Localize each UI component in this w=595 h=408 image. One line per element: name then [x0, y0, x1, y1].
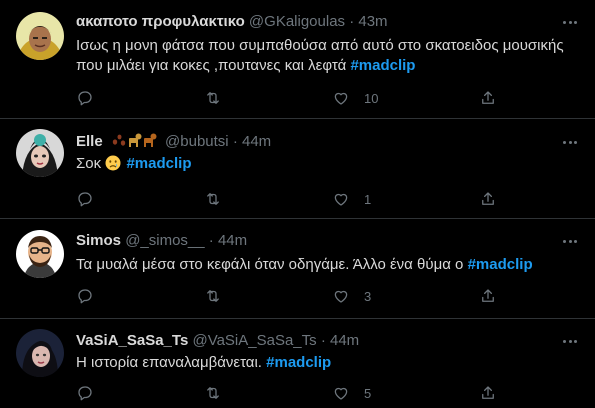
share-button[interactable] [479, 286, 497, 306]
retweet-icon [207, 387, 219, 399]
handle[interactable]: @GKaligoulas [249, 13, 345, 30]
like-count: 1 [364, 191, 372, 207]
separator: · [208, 232, 214, 249]
hashtag-link[interactable]: #madclip [468, 256, 533, 273]
share-icon [482, 289, 494, 302]
handle[interactable]: @VaSiA_SaSa_Ts [192, 332, 316, 349]
paw-dog-emoji-icons [112, 133, 157, 147]
display-name[interactable]: VaSiA_SaSa_Ts [76, 332, 188, 349]
tweet-text: Η ιστορία επαναλαμβάνεται. #madclip [76, 353, 575, 373]
tweet[interactable]: ακαποτο προφυλακτικο @GKaligoulas · 43m … [0, 0, 595, 119]
timestamp[interactable]: 43m [358, 13, 387, 30]
tweet-text-fragment: Η ιστορία επαναλαμβάνεται. [76, 354, 262, 371]
tweet-actions: 3 [76, 286, 506, 306]
tweet-header: Elle @bubutsi · 44m [76, 132, 555, 154]
more-icon[interactable] [559, 331, 581, 351]
retweet-icon [207, 290, 219, 302]
more-icon[interactable] [559, 12, 581, 32]
retweet-button[interactable] [204, 286, 222, 306]
like-button[interactable]: 10 [332, 88, 378, 108]
like-button[interactable]: 1 [332, 189, 371, 209]
display-name[interactable]: Simos [76, 232, 121, 249]
retweet-button[interactable] [204, 88, 222, 108]
timeline: ακαποτο προφυλακτικο @GKaligoulas · 43m … [0, 0, 595, 408]
tweet[interactable]: Simos @_simos__ · 44m Τα μυαλά μέσα στο … [0, 219, 595, 319]
separator: · [349, 13, 355, 30]
reply-icon [78, 386, 92, 401]
separator: · [232, 133, 238, 150]
like-button[interactable]: 5 [332, 383, 371, 403]
share-button[interactable] [479, 88, 497, 108]
avatar-image [16, 129, 64, 177]
retweet-icon [207, 193, 219, 205]
tweet-text: Τα μυαλά μέσα στο κεφάλι όταν οδηγάμε. Ά… [76, 255, 575, 275]
like-icon [334, 387, 348, 400]
avatar-image [16, 230, 64, 278]
avatar[interactable] [16, 230, 64, 278]
retweet-button[interactable] [204, 383, 222, 403]
tweet-actions: 5 [76, 383, 506, 403]
timestamp[interactable]: 44m [330, 332, 359, 349]
reply-icon [78, 91, 92, 106]
more-icon[interactable] [559, 231, 581, 251]
crying-face-icon [105, 155, 121, 171]
retweet-button[interactable] [204, 189, 222, 209]
reply-icon [78, 289, 92, 304]
reply-button[interactable] [76, 383, 94, 403]
hashtag-link[interactable]: #madclip [126, 155, 191, 172]
like-button[interactable]: 3 [332, 286, 371, 306]
like-icon [334, 92, 348, 105]
like-count: 3 [364, 288, 372, 304]
like-icon [334, 193, 348, 206]
handle[interactable]: @bubutsi [165, 133, 229, 150]
reply-icon [78, 192, 92, 207]
display-name[interactable]: Elle [76, 133, 103, 150]
tweet-header: Simos @_simos__ · 44m [76, 231, 555, 251]
display-name[interactable]: ακαποτο προφυλακτικο [76, 13, 245, 30]
retweet-icon [207, 92, 219, 104]
timestamp[interactable]: 44m [242, 133, 271, 150]
tweet-actions: 1 [76, 189, 506, 209]
tweet-text-fragment: Τα μυαλά μέσα στο κεφάλι όταν οδηγάμε. Ά… [76, 256, 464, 273]
tweet-text-fragment: Σοκ [76, 155, 102, 172]
share-button[interactable] [479, 383, 497, 403]
name-emojis [111, 132, 159, 154]
tweet[interactable]: VaSiA_SaSa_Ts @VaSiA_SaSa_Ts · 44m Η ιστ… [0, 319, 595, 408]
share-icon [482, 91, 494, 104]
tweet-text: Σοκ #madclip [76, 154, 575, 174]
tweet[interactable]: Elle @bubutsi · 44m Σοκ #madclip 1 [0, 119, 595, 219]
handle[interactable]: @_simos__ [125, 232, 204, 249]
avatar[interactable] [16, 12, 64, 60]
tweet-text: Ισως η μονη φάτσα που συμπαθούσα από αυτ… [76, 36, 575, 76]
tweet-header: VaSiA_SaSa_Ts @VaSiA_SaSa_Ts · 44m [76, 331, 555, 351]
share-icon [482, 386, 494, 399]
share-button[interactable] [479, 189, 497, 209]
like-count: 5 [364, 385, 372, 401]
separator: · [320, 332, 326, 349]
like-count: 10 [364, 90, 379, 106]
timestamp[interactable]: 44m [218, 232, 247, 249]
avatar-image [16, 329, 64, 377]
hashtag-link[interactable]: #madclip [350, 57, 415, 74]
avatar-image [16, 12, 64, 60]
tweet-text-fragment: που μιλάει για κοκες ,πουτανες και λεφτά [76, 57, 347, 74]
reply-button[interactable] [76, 286, 94, 306]
more-icon[interactable] [559, 132, 581, 152]
tweet-header: ακαποτο προφυλακτικο @GKaligoulas · 43m [76, 12, 555, 32]
tweet-text-line: που μιλάει για κοκες ,πουτανες και λεφτά… [76, 56, 575, 76]
avatar[interactable] [16, 329, 64, 377]
tweet-actions: 10 [76, 88, 506, 108]
hashtag-link[interactable]: #madclip [266, 354, 331, 371]
avatar[interactable] [16, 129, 64, 177]
like-icon [334, 290, 348, 303]
reply-button[interactable] [76, 88, 94, 108]
share-icon [482, 192, 494, 205]
tweet-text-line: Ισως η μονη φάτσα που συμπαθούσα από αυτ… [76, 37, 564, 54]
reply-button[interactable] [76, 189, 94, 209]
